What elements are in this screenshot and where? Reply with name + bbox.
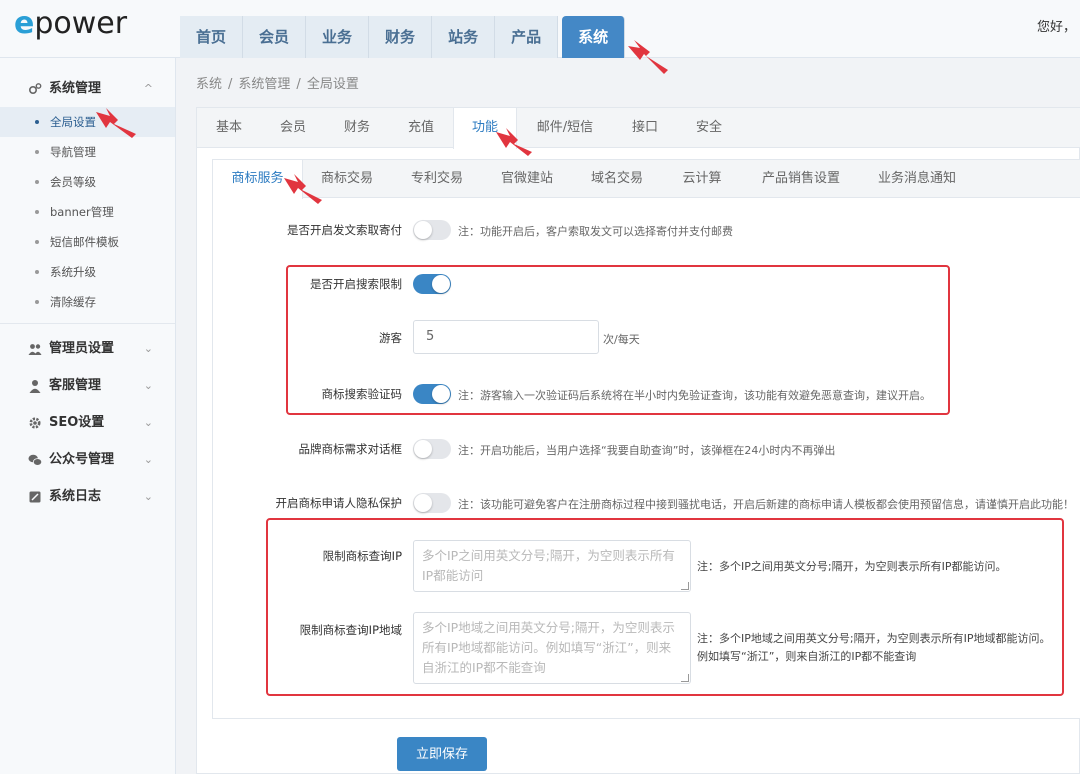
sidebar-item-nav-manage[interactable]: 导航管理 (0, 137, 175, 167)
form-row-search-limit: 是否开启搜索限制 (213, 274, 1080, 294)
subtab-cloud[interactable]: 云计算 (669, 160, 735, 198)
privacy-label: 开启商标申请人隐私保护 (275, 496, 403, 510)
wechat-icon (28, 454, 42, 466)
mail-toggle[interactable] (413, 220, 451, 240)
subtab-business-notice[interactable]: 业务消息通知 (865, 160, 969, 198)
tab-basic[interactable]: 基本 (201, 108, 257, 148)
breadcrumb-item-global-settings: 全局设置 (306, 77, 359, 92)
subtab-patent-trade[interactable]: 专利交易 (399, 160, 475, 198)
main-nav: 首页 会员 业务 财务 站务 产品 系统 (180, 16, 626, 58)
sidebar-group-wechat[interactable]: 公众号管理 ⌄ (0, 441, 175, 478)
breadcrumb: 系统 / 系统管理 / 全局设置 (196, 77, 359, 92)
chevron-up-icon: ^ (143, 82, 153, 95)
brand-dialog-toggle[interactable] (413, 439, 451, 459)
subtab-trademark-service[interactable]: 商标服务 (213, 160, 303, 199)
captcha-note: 注：游客输入一次验证码后系统将在半小时内免验证查询，该功能有效避免恶意查询，建议… (458, 389, 931, 402)
log-icon (29, 491, 41, 503)
chevron-down-icon: ⌄ (143, 379, 153, 392)
chevron-down-icon: ⌄ (143, 342, 153, 355)
features-inner-panel: 商标服务 商标交易 专利交易 官微建站 域名交易 云计算 产品销售设置 业务消息… (212, 159, 1080, 719)
form-row-guest: 游客 5 次/每天 (213, 320, 1080, 354)
gear-icon (29, 417, 41, 429)
tab-recharge[interactable]: 充值 (393, 108, 449, 148)
sidebar-group-system[interactable]: 系统管理 ^ (0, 70, 175, 107)
nav-business[interactable]: 业务 (306, 16, 370, 58)
nav-system[interactable]: 系统 (562, 16, 626, 58)
sidebar-group-seo[interactable]: SEO设置 ⌄ (0, 404, 175, 441)
guest-limit-input[interactable]: 5 (413, 320, 599, 354)
region-label: 限制商标查询IP地域 (299, 623, 402, 637)
privacy-note: 注：该功能可避免客户在注册商标过程中接到骚扰电话，开启后新建的商标申请人模板都会… (458, 498, 1074, 511)
sidebar: 系统管理 ^ 全局设置 导航管理 会员等级 banner管理 短信邮件模板 系统… (0, 58, 176, 774)
tab-mail-sms[interactable]: 邮件/短信 (527, 108, 603, 148)
subtab-product-sales[interactable]: 产品销售设置 (749, 160, 853, 198)
captcha-toggle[interactable] (413, 384, 451, 404)
chevron-down-icon: ⌄ (143, 416, 153, 429)
sidebar-item-system-upgrade[interactable]: 系统升级 (0, 257, 175, 287)
resize-grip-icon[interactable] (681, 674, 689, 682)
sidebar-item-sms-mail-template[interactable]: 短信邮件模板 (0, 227, 175, 257)
form-row-ip: 限制商标查询IP 多个IP之间用英文分号;隔开，为空则表示所有IP都能访问 注：… (213, 540, 1080, 592)
feature-subtabs: 商标服务 商标交易 专利交易 官微建站 域名交易 云计算 产品销售设置 业务消息… (213, 160, 1080, 199)
settings-panel: 基本 会员 财务 充值 功能 邮件/短信 接口 安全 商标服务 商标交易 专利交… (196, 107, 1080, 774)
nav-site[interactable]: 站务 (432, 16, 496, 58)
greeting-text: 您好， (1036, 20, 1076, 35)
form-row-captcha: 商标搜索验证码 注：游客输入一次验证码后系统将在半小时内免验证查询，该功能有效避… (213, 384, 1080, 404)
region-note: 注：多个IP地域之间用英文分号;隔开，为空则表示所有IP地域都能访问。 例如填写… (697, 632, 1051, 663)
brand-dialog-label: 品牌商标需求对话框 (298, 442, 403, 456)
form-row-mail: 是否开启发文索取寄付 注：功能开启后，客户索取发文可以选择寄付并支付邮费 (213, 220, 1080, 240)
subtab-trademark-trade[interactable]: 商标交易 (309, 160, 385, 198)
tab-features[interactable]: 功能 (453, 108, 517, 149)
user-icon (29, 380, 41, 393)
sidebar-item-banner[interactable]: banner管理 (0, 197, 175, 227)
nav-members[interactable]: 会员 (243, 16, 307, 58)
breadcrumb-item-system[interactable]: 系统 (196, 77, 222, 92)
guest-label: 游客 (379, 331, 402, 345)
ip-label: 限制商标查询IP (322, 549, 402, 563)
resize-grip-icon[interactable] (681, 582, 689, 590)
tab-api[interactable]: 接口 (617, 108, 673, 148)
save-button[interactable]: 立即保存 (397, 737, 487, 771)
tab-finance[interactable]: 财务 (329, 108, 385, 148)
subtab-site-builder[interactable]: 官微建站 (489, 160, 565, 198)
subtab-domain-trade[interactable]: 域名交易 (579, 160, 655, 198)
chevron-down-icon: ⌄ (143, 453, 153, 466)
epower-logo[interactable]: epower (14, 6, 127, 41)
mail-label: 是否开启发文索取寄付 (287, 223, 402, 237)
settings-tabs: 基本 会员 财务 充值 功能 邮件/短信 接口 安全 (197, 108, 1080, 149)
sidebar-item-member-level[interactable]: 会员等级 (0, 167, 175, 197)
chevron-down-icon: ⌄ (143, 490, 153, 503)
nav-finance[interactable]: 财务 (369, 16, 433, 58)
sidebar-group-service[interactable]: 客服管理 ⌄ (0, 367, 175, 404)
nav-home[interactable]: 首页 (180, 16, 244, 58)
users-icon (28, 344, 42, 355)
search-limit-label: 是否开启搜索限制 (310, 277, 402, 291)
ip-textarea[interactable]: 多个IP之间用英文分号;隔开，为空则表示所有IP都能访问 (413, 540, 691, 592)
mail-note: 注：功能开启后，客户索取发文可以选择寄付并支付邮费 (458, 225, 733, 238)
brand-dialog-note: 注：开启功能后，当用户选择“我要自助查询”时，该弹框在24小时内不再弹出 (458, 444, 836, 457)
guest-unit: 次/每天 (603, 333, 640, 346)
top-bar: epower 首页 会员 业务 财务 站务 产品 系统 您好， (0, 0, 1080, 58)
gears-icon (28, 83, 42, 95)
search-limit-toggle[interactable] (413, 274, 451, 294)
form-row-region: 限制商标查询IP地域 多个IP地域之间用英文分号;隔开，为空则表示所有IP地域都… (213, 612, 1080, 684)
sidebar-item-global-settings[interactable]: 全局设置 (0, 107, 175, 137)
nav-products[interactable]: 产品 (495, 16, 559, 58)
tab-security[interactable]: 安全 (681, 108, 737, 148)
privacy-toggle[interactable] (413, 493, 451, 513)
form-row-privacy: 开启商标申请人隐私保护 注：该功能可避免客户在注册商标过程中接到骚扰电话，开启后… (213, 493, 1080, 513)
captcha-label: 商标搜索验证码 (321, 387, 403, 401)
ip-note: 注：多个IP之间用英文分号;隔开，为空则表示所有IP都能访问。 (697, 560, 1007, 573)
region-textarea[interactable]: 多个IP地域之间用英文分号;隔开，为空则表示所有IP地域都能访问。例如填写“浙江… (413, 612, 691, 684)
sidebar-item-clear-cache[interactable]: 清除缓存 (0, 287, 175, 317)
form-row-brand-dialog: 品牌商标需求对话框 注：开启功能后，当用户选择“我要自助查询”时，该弹框在24小… (213, 439, 1080, 459)
tab-members[interactable]: 会员 (265, 108, 321, 148)
sidebar-group-logs[interactable]: 系统日志 ⌄ (0, 478, 175, 515)
sidebar-divider (0, 323, 175, 324)
breadcrumb-item-system-manage[interactable]: 系统管理 (238, 77, 290, 92)
sidebar-group-admin[interactable]: 管理员设置 ⌄ (0, 330, 175, 367)
